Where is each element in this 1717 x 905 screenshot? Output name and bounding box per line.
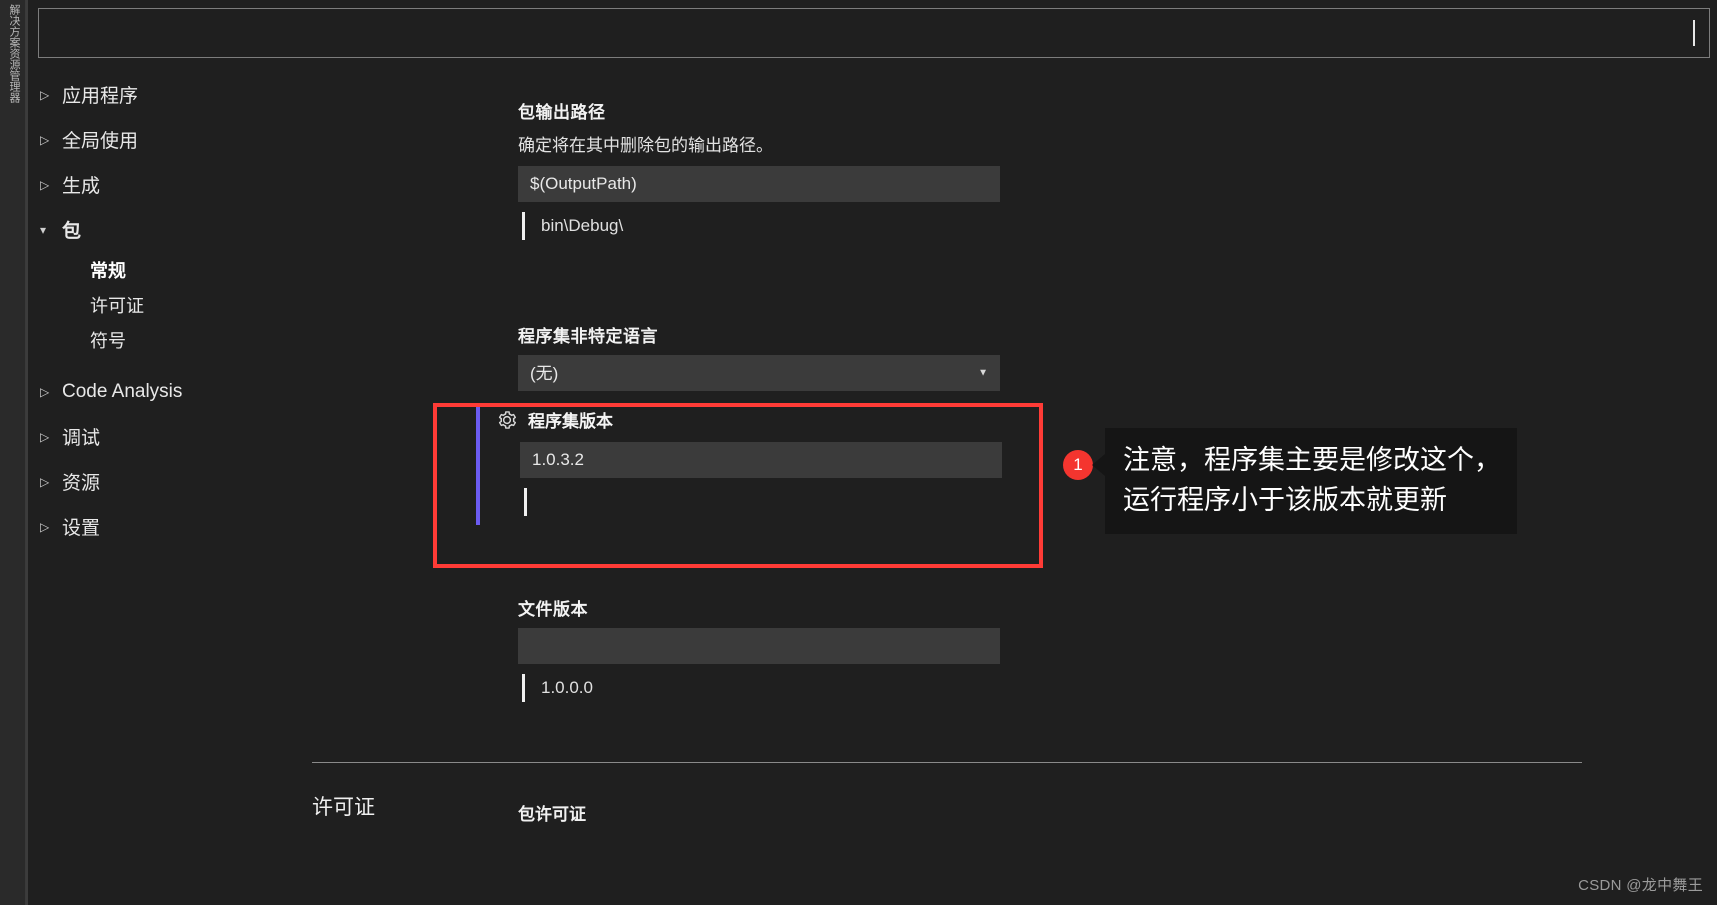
field-title: 程序集非特定语言 bbox=[518, 327, 658, 346]
gear-icon bbox=[498, 410, 516, 429]
triangle-right-icon[interactable]: ▷ bbox=[40, 476, 62, 488]
hint-text: bin\Debug\ bbox=[541, 216, 624, 235]
sidebar-item-package[interactable]: ▾ 包 bbox=[30, 207, 315, 252]
sidebar-item-general[interactable]: 常规 bbox=[30, 252, 315, 287]
hint-bar bbox=[524, 488, 527, 516]
triangle-right-icon[interactable]: ▷ bbox=[40, 179, 62, 191]
search-input[interactable] bbox=[53, 22, 1691, 44]
assembly-version-input[interactable] bbox=[520, 442, 1002, 478]
sidebar-item-build[interactable]: ▷ 生成 bbox=[30, 162, 315, 207]
sidebar-item-label: Code Analysis bbox=[62, 380, 183, 402]
file-version-input[interactable] bbox=[518, 628, 1000, 664]
triangle-right-icon[interactable]: ▷ bbox=[40, 386, 62, 398]
search-box[interactable] bbox=[38, 8, 1710, 58]
field-hint bbox=[520, 488, 1002, 516]
sidebar-item-global-usings[interactable]: ▷ 全局使用 bbox=[30, 117, 315, 162]
field-hint: 1.0.0.0 bbox=[518, 674, 1000, 702]
annotation-line-1: 注意，程序集主要是修改这个， bbox=[1123, 445, 1501, 475]
sidebar-item-application[interactable]: ▷ 应用程序 bbox=[30, 72, 315, 117]
sidebar-item-label: 应用程序 bbox=[62, 86, 139, 107]
triangle-down-icon[interactable]: ▾ bbox=[40, 224, 62, 236]
field-title: 程序集版本 bbox=[528, 412, 613, 431]
sidebar-item-label: 包 bbox=[62, 221, 82, 242]
field-file-version: 文件版本 1.0.0.0 bbox=[518, 595, 1000, 702]
annotation-badge: 1 bbox=[1063, 450, 1093, 480]
sidebar-item-code-analysis[interactable]: ▷ Code Analysis bbox=[30, 369, 315, 414]
tool-window-tab-label: 解决方案资源管理器 bbox=[8, 4, 20, 103]
sidebar-item-label: 生成 bbox=[62, 176, 101, 197]
sidebar-item-label: 调试 bbox=[62, 428, 101, 449]
properties-window: 解决方案资源管理器 ▷ 应用程序 ▷ 全局使用 ▷ 生成 ▾ 包 常规 许可证 bbox=[0, 0, 1717, 905]
license-section-heading: 许可证 bbox=[312, 796, 375, 819]
hint-text: 1.0.0.0 bbox=[541, 678, 593, 697]
sidebar-item-label: 全局使用 bbox=[62, 131, 139, 152]
field-description: 确定将在其中删除包的输出路径。 bbox=[518, 136, 773, 155]
triangle-right-icon[interactable]: ▷ bbox=[40, 431, 62, 443]
sidebar-item-label: 设置 bbox=[62, 518, 101, 539]
sidebar-item-label: 许可证 bbox=[90, 295, 144, 316]
pane-divider bbox=[26, 0, 28, 905]
focus-accent-bar bbox=[476, 407, 480, 525]
annotation-bubble: 注意，程序集主要是修改这个， 运行程序小于该版本就更新 bbox=[1092, 428, 1517, 534]
neutral-language-select[interactable]: (无) bbox=[518, 355, 1000, 391]
annotation-line-2: 运行程序小于该版本就更新 bbox=[1123, 485, 1447, 515]
package-output-path-input[interactable] bbox=[518, 166, 1000, 202]
sidebar-item-resources[interactable]: ▷ 资源 bbox=[30, 459, 315, 504]
settings-nav-tree[interactable]: ▷ 应用程序 ▷ 全局使用 ▷ 生成 ▾ 包 常规 许可证 符号 ▷ Code … bbox=[30, 72, 315, 549]
field-package-output-path: 包输出路径 确定将在其中删除包的输出路径。 bin\Debug\ bbox=[518, 98, 1000, 240]
triangle-right-icon[interactable]: ▷ bbox=[40, 89, 62, 101]
field-assembly-version: 程序集版本 bbox=[476, 407, 1002, 525]
hint-bar bbox=[522, 674, 525, 702]
sidebar-item-license[interactable]: 许可证 bbox=[30, 287, 315, 322]
section-divider bbox=[312, 762, 1582, 763]
field-neutral-language: 程序集非特定语言 (无) ▼ bbox=[518, 322, 1000, 391]
sidebar-item-label: 符号 bbox=[90, 330, 126, 351]
package-license-label: 包许可证 bbox=[518, 805, 586, 824]
field-hint: bin\Debug\ bbox=[518, 212, 1000, 240]
sidebar-item-label: 资源 bbox=[62, 473, 101, 494]
text-caret bbox=[1693, 20, 1695, 46]
sidebar-item-settings[interactable]: ▷ 设置 bbox=[30, 504, 315, 549]
sidebar-item-label: 常规 bbox=[90, 260, 126, 281]
field-title: 包输出路径 bbox=[518, 103, 606, 122]
sidebar-item-symbols[interactable]: 符号 bbox=[30, 322, 315, 357]
hint-bar bbox=[522, 212, 525, 240]
triangle-right-icon[interactable]: ▷ bbox=[40, 134, 62, 146]
tool-window-tab-strip[interactable]: 解决方案资源管理器 bbox=[0, 0, 26, 905]
triangle-right-icon[interactable]: ▷ bbox=[40, 521, 62, 533]
field-title: 文件版本 bbox=[518, 600, 588, 619]
assembly-version-header: 程序集版本 bbox=[496, 407, 1002, 432]
sidebar-item-debug[interactable]: ▷ 调试 bbox=[30, 414, 315, 459]
neutral-language-select-wrap[interactable]: (无) ▼ bbox=[518, 355, 1000, 391]
watermark: CSDN @龙中舞王 bbox=[1578, 877, 1703, 894]
annotation-callout: 1 注意，程序集主要是修改这个， 运行程序小于该版本就更新 bbox=[1063, 428, 1517, 534]
